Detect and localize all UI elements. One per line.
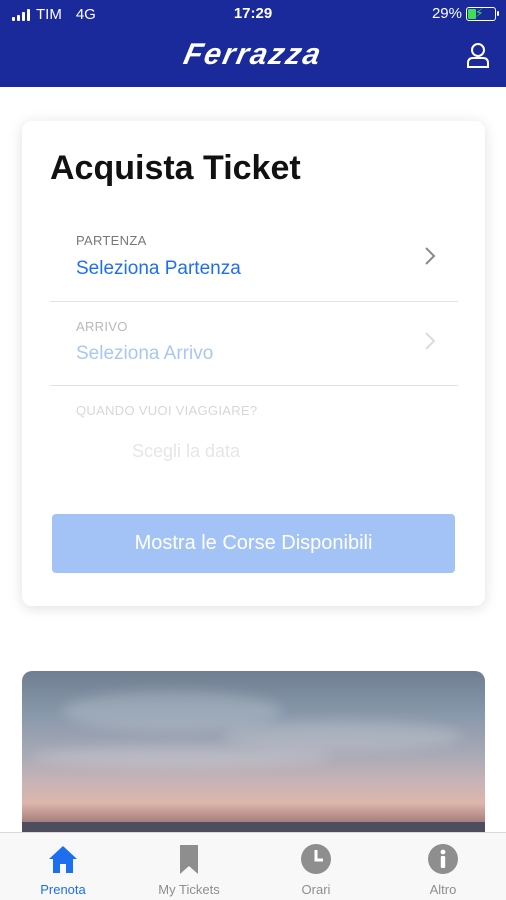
tab-label: Altro bbox=[429, 882, 457, 897]
tab-prenota[interactable]: Prenota bbox=[0, 833, 126, 900]
bookmark-icon bbox=[180, 845, 198, 874]
info-icon bbox=[428, 844, 458, 874]
departure-field[interactable]: PARTENZA Seleziona Partenza bbox=[50, 218, 458, 302]
chevron-right-icon bbox=[425, 247, 436, 265]
arrival-value[interactable]: Seleziona Arrivo bbox=[76, 343, 213, 365]
status-right: 29% ⚡ bbox=[431, 5, 499, 22]
tab-orari[interactable]: Orari bbox=[253, 833, 379, 900]
date-value[interactable]: Scegli la data bbox=[132, 441, 240, 462]
departure-label: PARTENZA bbox=[76, 233, 147, 248]
arrival-field[interactable]: ARRIVO Seleziona Arrivo bbox=[50, 302, 458, 386]
clock-icon bbox=[301, 844, 331, 874]
app-header: TIM 4G 17:29 29% ⚡ Ferrazza bbox=[0, 0, 506, 87]
tab-altro[interactable]: Altro bbox=[380, 833, 506, 900]
tab-my-tickets[interactable]: My Tickets bbox=[126, 833, 252, 900]
show-available-trips-button[interactable]: Mostra le Corse Disponibili bbox=[52, 514, 455, 573]
ticket-card: Acquista Ticket PARTENZA Seleziona Parte… bbox=[22, 121, 485, 606]
arrival-label: ARRIVO bbox=[76, 319, 128, 334]
tab-bar: Prenota My Tickets Orari Altro bbox=[0, 832, 506, 900]
departure-value[interactable]: Seleziona Partenza bbox=[76, 258, 241, 280]
card-title: Acquista Ticket bbox=[50, 149, 301, 187]
battery-percent: 29% bbox=[431, 5, 462, 22]
battery-icon: ⚡ bbox=[466, 6, 499, 21]
brand-logo: Ferrazza bbox=[180, 38, 326, 71]
banner-image bbox=[22, 671, 485, 836]
home-icon bbox=[49, 846, 77, 873]
date-field[interactable]: QUANDO VUOI VIAGGIARE? Scegli la data bbox=[50, 386, 458, 470]
chevron-right-icon bbox=[425, 332, 436, 350]
status-bar: TIM 4G 17:29 29% ⚡ bbox=[0, 0, 506, 30]
user-icon[interactable] bbox=[466, 42, 490, 68]
tab-label: My Tickets bbox=[158, 882, 220, 897]
tab-label: Orari bbox=[301, 882, 331, 897]
tab-label: Prenota bbox=[40, 882, 86, 897]
status-time: 17:29 bbox=[233, 5, 273, 22]
date-label: QUANDO VUOI VIAGGIARE? bbox=[76, 403, 258, 418]
